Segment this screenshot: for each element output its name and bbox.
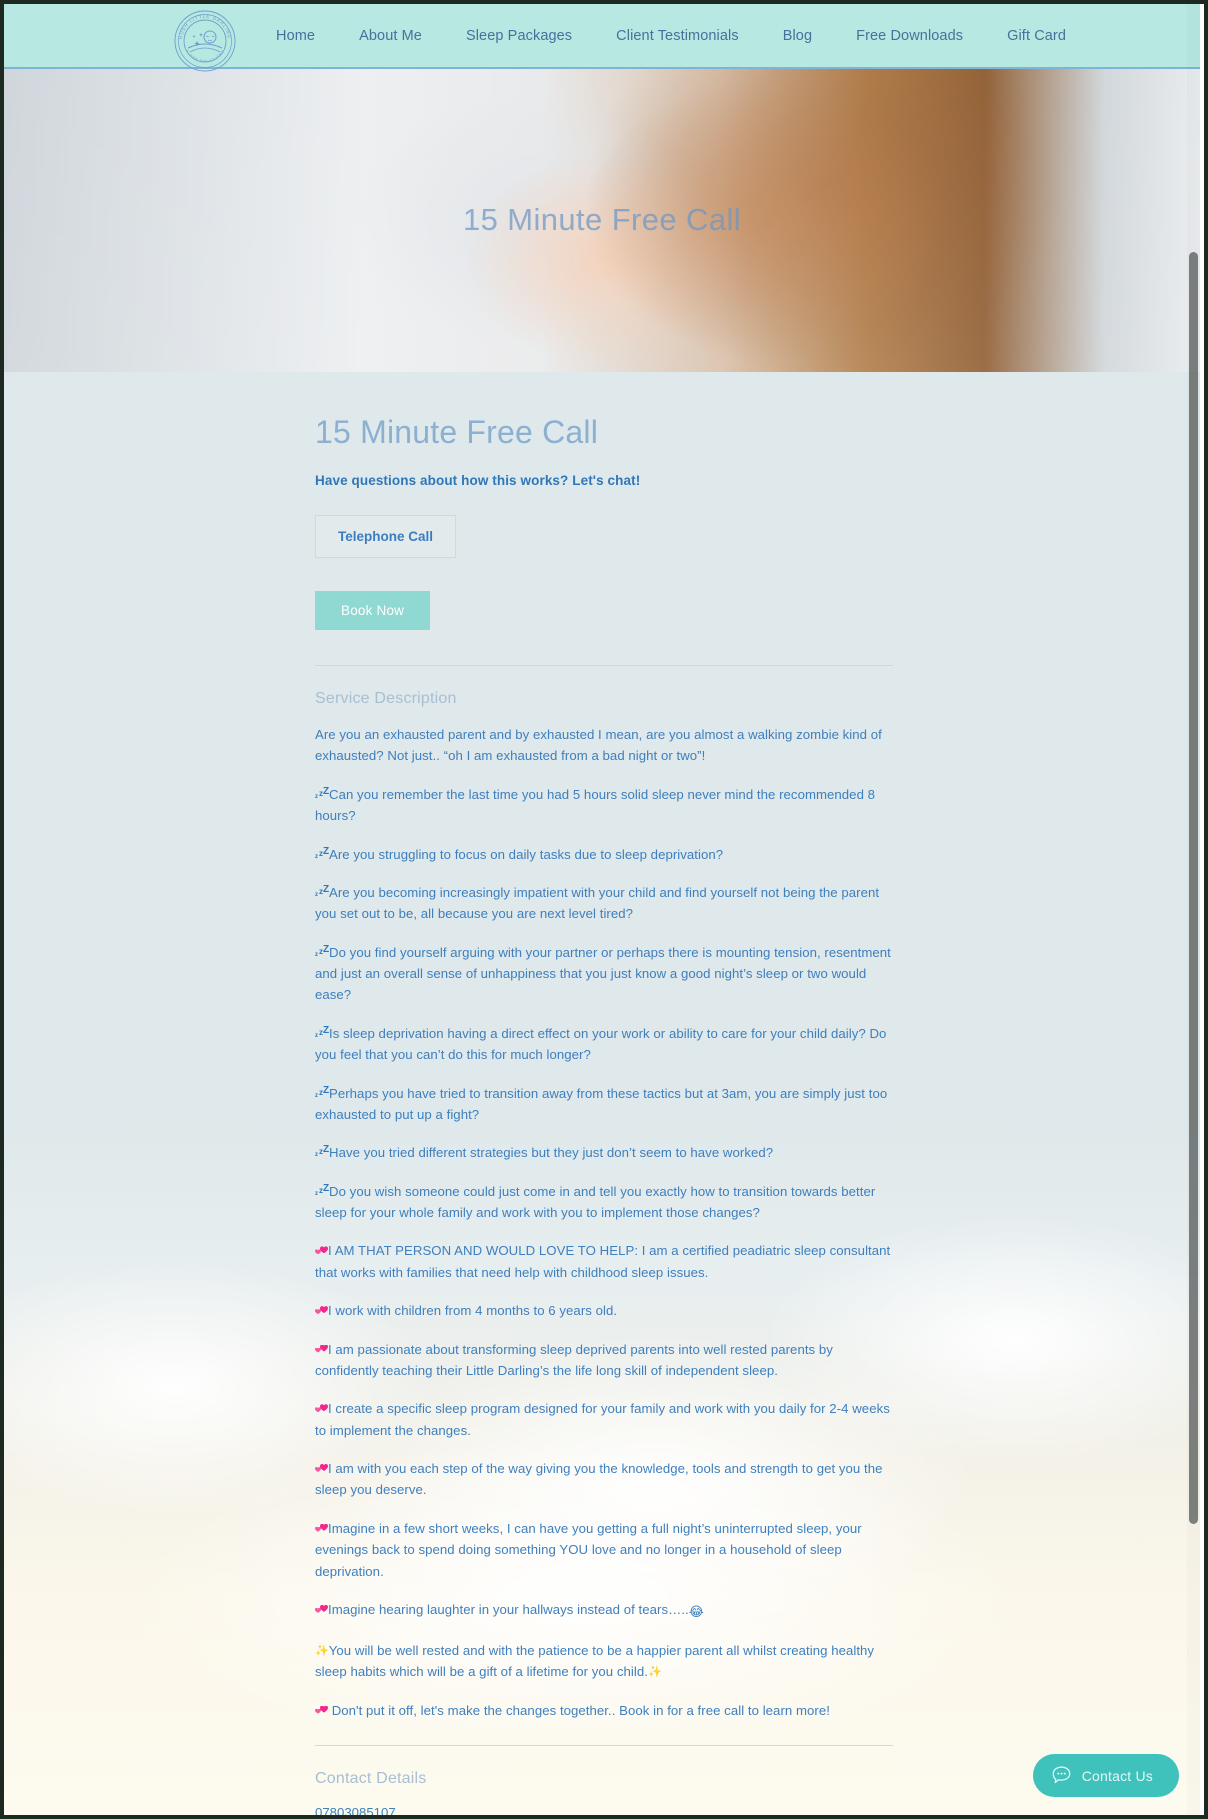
description-paragraph-text: I work with children from 4 months to 6 … <box>328 1303 618 1319</box>
description-paragraph: I AM THAT PERSON AND WOULD LOVE TO HELP:… <box>315 1240 893 1283</box>
description-paragraph: ✨You will be well rested and with the pa… <box>315 1640 893 1683</box>
description-paragraph: z z Z Do you find yourself arguing with you… <box>315 942 893 1006</box>
description-paragraph: Are you an exhausted parent and by exhau… <box>315 724 893 767</box>
description-paragraph: Imagine in a few short weeks, I can have… <box>315 1518 893 1582</box>
two-hearts-icon <box>315 1305 328 1317</box>
description-paragraph: z z Z Perhaps you have tried to transition … <box>315 1083 893 1126</box>
zzz-sleep-icon: zzZ <box>315 1144 330 1159</box>
site-logo[interactable]: HUSH LITTLE DARLING SLEEP SOLUTIONS <box>174 10 236 72</box>
description-paragraph: Don't put it off, let's make the changes… <box>315 1700 893 1721</box>
description-paragraph: I am with you each step of the way givin… <box>315 1458 893 1501</box>
nav-item-client-testimonials[interactable]: Client Testimonials <box>594 22 761 50</box>
page-title: 15 Minute Free Call <box>315 414 599 450</box>
description-paragraph-text: Are you becoming increasingly impatient … <box>315 884 880 922</box>
laughing-face-icon: 😂 <box>688 1604 705 1620</box>
nav-item-sleep-packages[interactable]: Sleep Packages <box>444 22 594 50</box>
sparkles-icon: ✨ <box>315 1643 329 1657</box>
nav-item-gift-card[interactable]: Gift Card <box>985 22 1088 50</box>
header-inner: HUSH LITTLE DARLING SLEEP SOLUTIONS Home… <box>4 4 1200 72</box>
nav-item-about-me[interactable]: About Me <box>337 22 444 50</box>
two-hearts-icon <box>315 1705 328 1717</box>
service-description-body: Are you an exhausted parent and by exhau… <box>315 724 893 1721</box>
two-hearts-icon <box>315 1245 328 1257</box>
description-paragraph-text: I am passionate about transforming sleep… <box>315 1341 833 1378</box>
description-paragraph-text: Perhaps you have tried to transition awa… <box>315 1085 888 1122</box>
contact-phone[interactable]: 07803085107 <box>315 1804 893 1815</box>
two-hearts-icon <box>315 1523 328 1535</box>
description-paragraph-text: Don't put it off, let's make the changes… <box>328 1702 830 1718</box>
description-paragraph-text: I create a specific sleep program design… <box>315 1401 890 1438</box>
nav-item-home[interactable]: Home <box>254 22 337 50</box>
description-paragraph: z z Z Is sleep deprivation having a direct … <box>315 1023 893 1066</box>
description-paragraph-text: Is sleep deprivation having a direct eff… <box>315 1025 887 1063</box>
description-paragraph-text: Do you wish someone could just come in a… <box>315 1183 876 1220</box>
hero-title: 15 Minute Free Call <box>462 202 742 237</box>
description-paragraph: I create a specific sleep program design… <box>315 1398 893 1441</box>
description-paragraph-text: You will be well rested and with the pat… <box>315 1642 875 1680</box>
zzz-sleep-icon: zzZ <box>315 845 330 860</box>
description-paragraph-text: Can you remember the last time you had 5… <box>315 786 876 824</box>
description-paragraph: I work with children from 4 months to 6 … <box>315 1300 893 1321</box>
description-paragraph-text: Are you struggling to focus on daily tas… <box>329 846 724 862</box>
primary-navigation: Home About Me Sleep Packages Client Test… <box>254 4 1088 67</box>
description-paragraph-text: Imagine in a few short weeks, I can have… <box>315 1520 862 1579</box>
contact-us-label: Contact Us <box>1081 1767 1153 1784</box>
site-header: HUSH LITTLE DARLING SLEEP SOLUTIONS Home… <box>4 4 1200 72</box>
two-hearts-icon <box>315 1344 328 1356</box>
description-paragraph-text: Have you tried different strategies but … <box>329 1145 774 1161</box>
description-paragraph-text: I am with you each step of the way givin… <box>315 1461 883 1498</box>
two-hearts-icon <box>315 1403 328 1415</box>
divider-above-description <box>315 665 893 666</box>
page-scrollbar-track[interactable] <box>1187 4 1200 1815</box>
description-paragraph-text: Are you an exhausted parent and by exhau… <box>315 727 882 764</box>
contact-details-heading: Contact Details <box>315 1770 427 1788</box>
zzz-sleep-icon: zzZ <box>315 1024 330 1039</box>
service-type-badge: Telephone Call <box>315 515 457 558</box>
page-scrollbar-thumb[interactable] <box>1189 252 1198 1524</box>
description-paragraph: z z Z Are you struggling to focus on daily … <box>315 844 893 865</box>
service-tagline: Have questions about how this works? Let… <box>315 473 641 488</box>
book-now-button[interactable]: Book Now <box>315 591 431 630</box>
description-paragraph-text: I AM THAT PERSON AND WOULD LOVE TO HELP:… <box>315 1243 891 1280</box>
zzz-sleep-icon: zzZ <box>315 883 330 898</box>
description-paragraph: z z Z Do you wish someone could just come i… <box>315 1181 893 1224</box>
main-content: 15 Minute Free Call Have questions about… <box>4 372 1200 1815</box>
two-hearts-icon <box>315 1604 328 1616</box>
contact-us-widget[interactable]: Contact Us <box>1032 1754 1179 1797</box>
description-paragraph: z z Z Are you becoming increasingly impatie… <box>315 882 893 925</box>
description-paragraph: z z Z Have you tried different strategies b… <box>315 1142 893 1163</box>
page-root: HUSH LITTLE DARLING SLEEP SOLUTIONS Home… <box>4 4 1200 1815</box>
divider-above-contact <box>315 1745 893 1747</box>
nav-item-free-downloads[interactable]: Free Downloads <box>834 22 985 50</box>
description-paragraph: z z Z Can you remember the last time you ha… <box>315 784 893 827</box>
zzz-sleep-icon: zzZ <box>315 785 330 800</box>
zzz-sleep-icon: zzZ <box>315 1182 330 1197</box>
zzz-sleep-icon: zzZ <box>315 1084 330 1099</box>
chat-bubble-icon <box>1052 1766 1071 1784</box>
description-paragraph: I am passionate about transforming sleep… <box>315 1339 893 1382</box>
two-hearts-icon <box>315 1463 328 1475</box>
description-paragraph: Imagine hearing laughter in your hallway… <box>315 1599 893 1623</box>
zzz-sleep-icon: zzZ <box>315 943 330 958</box>
description-paragraph-text: Imagine hearing laughter in your hallway… <box>328 1601 689 1617</box>
sparkles-icon: ✨ <box>647 1665 662 1679</box>
service-description-heading: Service Description <box>315 690 457 707</box>
browser-viewport: HUSH LITTLE DARLING SLEEP SOLUTIONS Home… <box>4 4 1204 1815</box>
content-column: 15 Minute Free Call Have questions about… <box>315 414 893 1815</box>
description-paragraph-text: Do you find yourself arguing with your p… <box>315 944 891 1003</box>
nav-item-blog[interactable]: Blog <box>761 22 834 50</box>
